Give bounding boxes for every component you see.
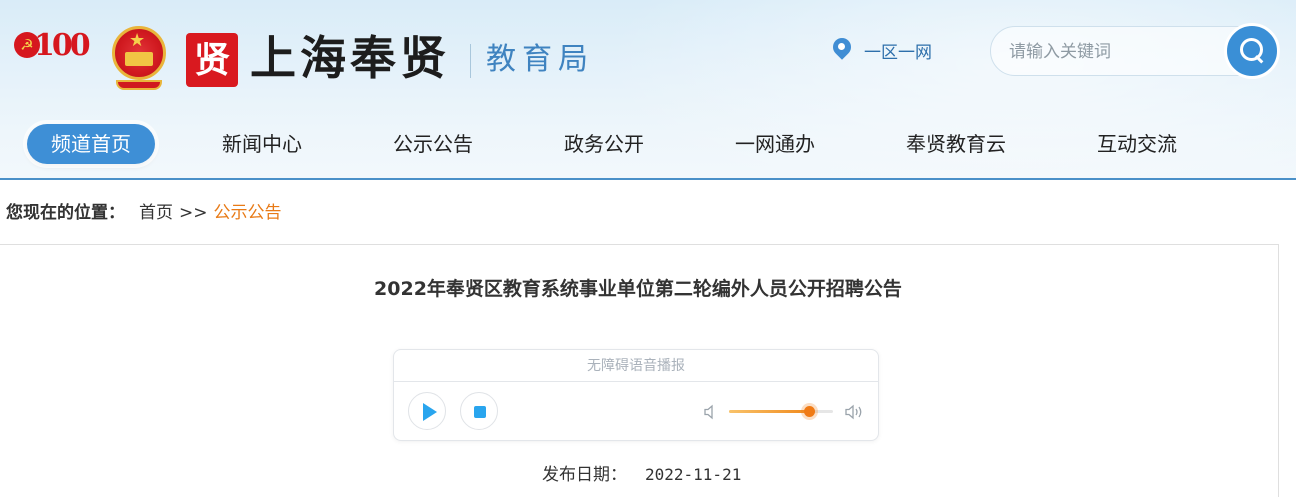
publish-date-label: 发布日期： <box>542 465 627 485</box>
site-header: ☭ 100 ★ 贤 上海奉贤 教育局 一区一网 频道首页 新闻中心 公示公告 政… <box>0 0 1296 180</box>
article-title: 2022年奉贤区教育系统事业单位第二轮编外人员公开招聘公告 <box>374 278 902 300</box>
fengxian-seal-logo: 贤 <box>186 33 238 87</box>
breadcrumb-label: 您现在的位置： <box>6 203 125 223</box>
player-title: 无障碍语音播报 <box>394 350 878 382</box>
publish-date: 发布日期： 2022-11-21 <box>542 462 741 488</box>
search-input[interactable] <box>1009 39 1219 65</box>
search-icon <box>1240 38 1266 64</box>
location-pin-icon <box>832 38 852 62</box>
site-subtitle: 教育局 <box>486 42 594 77</box>
search-button[interactable] <box>1224 23 1280 79</box>
breadcrumb-current[interactable]: 公示公告 <box>214 200 282 226</box>
play-button[interactable] <box>408 392 446 430</box>
district-network-label[interactable]: 一区一网 <box>864 38 932 63</box>
volume-slider[interactable] <box>729 406 833 417</box>
nav-item-news[interactable]: 新闻中心 <box>198 124 326 164</box>
main-nav: 频道首页 新闻中心 公示公告 政务公开 一网通办 奉贤教育云 互动交流 <box>0 118 1296 172</box>
nav-item-government-affairs[interactable]: 政务公开 <box>540 124 668 164</box>
search-box <box>990 23 1280 79</box>
anniversary-number: 100 <box>34 28 91 63</box>
stop-button[interactable] <box>460 392 498 430</box>
volume-high-icon[interactable] <box>844 404 866 420</box>
site-name[interactable]: 上海奉贤 <box>250 30 450 86</box>
volume-slider-knob[interactable] <box>804 406 816 417</box>
publish-date-value: 2022-11-21 <box>645 465 742 484</box>
header-divider <box>470 44 471 78</box>
volume-slider-fill <box>729 410 810 413</box>
play-icon <box>423 403 437 421</box>
national-emblem-icon: ★ <box>108 24 170 94</box>
nav-item-online-services[interactable]: 一网通办 <box>711 124 839 164</box>
nav-item-announcements[interactable]: 公示公告 <box>369 124 497 164</box>
breadcrumb-separator: >> <box>179 203 208 223</box>
stop-icon <box>474 406 486 418</box>
nav-item-interaction[interactable]: 互动交流 <box>1073 124 1201 164</box>
breadcrumb-home-link[interactable]: 首页 <box>139 200 173 226</box>
party-100-anniversary-logo: ☭ 100 <box>14 28 91 90</box>
audio-player: 无障碍语音播报 <box>393 349 879 441</box>
breadcrumb: 您现在的位置： 首页 >> 公示公告 <box>6 200 282 226</box>
nav-item-home[interactable]: 频道首页 <box>27 124 155 164</box>
district-network-link[interactable]: 一区一网 <box>832 36 932 64</box>
volume-low-icon[interactable] <box>703 404 719 420</box>
nav-item-education-cloud[interactable]: 奉贤教育云 <box>882 124 1030 164</box>
